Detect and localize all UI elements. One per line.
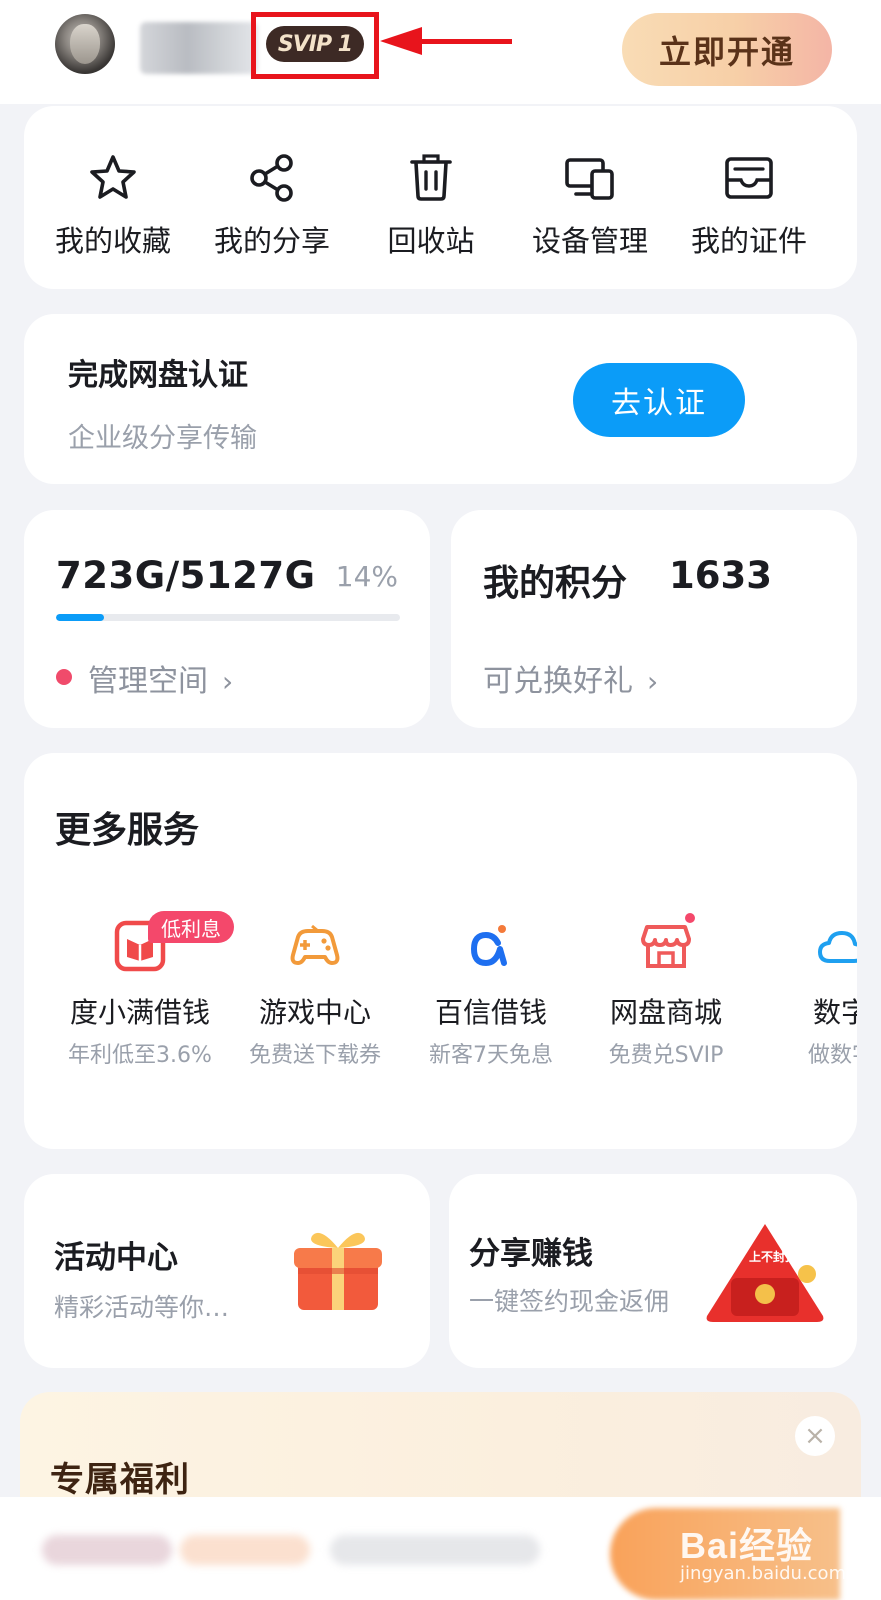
low-interest-badge: 低利息 <box>148 911 234 943</box>
activity-title: 活动中心 <box>54 1240 178 1276</box>
new-indicator-dot <box>683 911 697 925</box>
annotation-arrow-head <box>380 27 422 55</box>
verify-button[interactable]: 去认证 <box>573 363 745 437</box>
more-services-card: 更多服务 度小满借钱 年利低至3.6% 低利息 游戏中心 免费送下载券 百信借钱… <box>24 753 857 1149</box>
annotation-arrow-shaft <box>420 39 512 44</box>
share-icon <box>250 154 293 202</box>
watermark-text: Bai经验 <box>680 1525 814 1566</box>
devices-icon <box>565 158 614 200</box>
service-desc: 免费送下载券 <box>248 1043 381 1068</box>
service-name: 网盘商城 <box>609 996 722 1029</box>
service-name: 游戏中心 <box>258 996 371 1029</box>
service-desc: 做数字 <box>807 1043 857 1068</box>
watermark-url: jingyan.baidu.com <box>680 1563 847 1584</box>
storage-percent: 14% <box>335 560 398 593</box>
tool-label: 设备管理 <box>531 224 648 258</box>
uncapped-tag: 上不封顶 <box>749 1250 798 1264</box>
star-icon <box>90 155 136 199</box>
chevron-right-icon: › <box>222 665 234 698</box>
alpha-icon <box>471 925 507 966</box>
manage-space-link[interactable]: 管理空间 › <box>88 656 233 700</box>
storage-usage: 723G/5127G <box>56 554 316 597</box>
share-earn-subtitle: 一键签约现金返佣 <box>469 1287 670 1316</box>
blurred-promo-text <box>180 1535 310 1565</box>
username-blurred[interactable] <box>140 22 258 74</box>
id-card-icon <box>725 157 773 199</box>
tool-favorites[interactable]: 我的收藏 <box>38 152 188 260</box>
blurred-promo-text <box>42 1535 172 1565</box>
cloud-icon <box>818 931 857 963</box>
vip-highlight-box <box>251 12 379 79</box>
service-digital[interactable]: 数字 做数字 <box>752 919 857 1069</box>
tool-label: 我的收藏 <box>54 224 171 258</box>
chevron-right-icon: › <box>647 665 659 698</box>
trash-icon <box>410 154 452 201</box>
avatar[interactable] <box>55 14 115 74</box>
service-desc: 新客7天免息 <box>429 1043 553 1068</box>
points-label: 我的积分 <box>483 563 628 604</box>
tool-recycle-bin[interactable]: 回收站 <box>356 152 506 260</box>
storage-progress-fill <box>56 614 105 621</box>
baidu-watermark: Bai经验 jingyan.baidu.com <box>676 1503 846 1593</box>
service-desc: 免费兑SVIP <box>608 1043 724 1068</box>
tool-documents[interactable]: 我的证件 <box>674 152 824 260</box>
verification-card[interactable]: 完成网盘认证 企业级分享传输 去认证 <box>24 314 857 484</box>
points-card[interactable]: 我的积分 1633 可兑换好礼 › <box>451 510 857 728</box>
avatar-face <box>70 24 100 64</box>
redeem-gifts-label: 可兑换好礼 <box>483 664 633 699</box>
quick-tools-card: 我的收藏 我的分享 回收站 设备管理 我的证件 <box>24 106 857 289</box>
service-netdisk-store[interactable]: 网盘商城 免费兑SVIP <box>577 911 755 1069</box>
activity-subtitle: 精彩活动等你… <box>54 1293 230 1322</box>
welfare-title: 专属福利 <box>50 1460 190 1500</box>
blurred-promo-text <box>330 1535 540 1565</box>
tool-device-management[interactable]: 设备管理 <box>515 152 665 260</box>
open-vip-button[interactable]: 立即开通 <box>622 13 832 86</box>
gift-icon <box>294 1232 382 1310</box>
tool-label: 我的分享 <box>213 224 330 258</box>
verification-subtitle: 企业级分享传输 <box>68 423 257 454</box>
activity-center-card[interactable]: 活动中心 精彩活动等你… <box>24 1174 430 1368</box>
redeem-gifts-link[interactable]: 可兑换好礼 › <box>483 656 658 700</box>
close-icon[interactable]: × <box>795 1416 835 1456</box>
storage-card[interactable]: 723G/5127G 14% 管理空间 › <box>24 510 430 728</box>
points-value: 1633 <box>669 554 772 597</box>
tool-share[interactable]: 我的分享 <box>197 152 347 260</box>
service-baixin-loan[interactable]: 百信借钱 新客7天免息 <box>402 919 580 1069</box>
manage-space-label: 管理空间 <box>88 664 208 699</box>
notification-dot <box>56 669 72 685</box>
service-game-center[interactable]: 游戏中心 免费送下载券 <box>226 919 404 1069</box>
gamepad-icon <box>290 924 340 965</box>
services-title: 更多服务 <box>55 810 200 851</box>
store-icon <box>641 925 691 968</box>
share-earn-card[interactable]: 分享赚钱 一键签约现金返佣 上不封顶 <box>449 1174 857 1368</box>
tool-label: 我的证件 <box>690 224 807 258</box>
service-name: 度小满借钱 <box>69 996 210 1029</box>
storage-progress-bar <box>56 614 400 621</box>
service-desc: 年利低至3.6% <box>68 1043 212 1068</box>
verification-title: 完成网盘认证 <box>68 358 248 393</box>
service-name: 数字 <box>812 996 857 1029</box>
tool-label: 回收站 <box>387 224 475 258</box>
share-earn-title: 分享赚钱 <box>469 1236 593 1272</box>
service-name: 百信借钱 <box>434 996 547 1029</box>
red-envelope-icon <box>706 1224 824 1322</box>
